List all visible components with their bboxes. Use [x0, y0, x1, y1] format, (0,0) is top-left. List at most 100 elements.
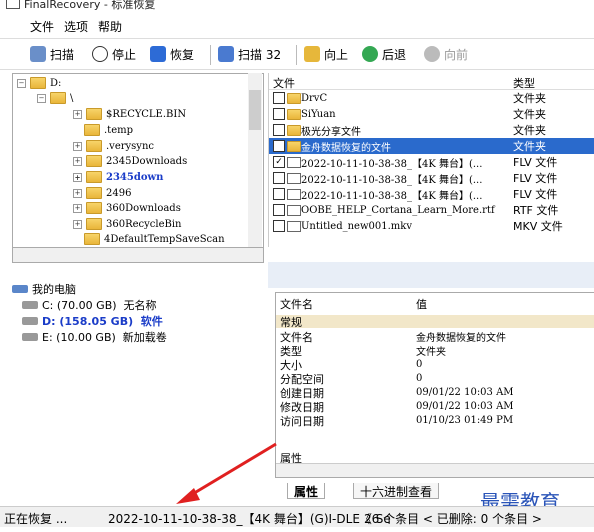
properties-horizontal-scrollbar[interactable] — [276, 463, 594, 477]
file-row[interactable]: 2022-10-11-10-38-38_【4K 舞台】(... FLV 文件 — [269, 186, 594, 202]
tree-node[interactable]: + $RECYCLE.BIN — [73, 107, 186, 121]
stop-button[interactable]: 停止 — [92, 45, 136, 63]
folder-icon — [287, 140, 301, 152]
back-label: 后退 — [382, 47, 407, 62]
file-row[interactable]: DrvC 文件夹 — [269, 90, 594, 106]
row-checkbox[interactable]: ✓ — [273, 140, 285, 152]
file-icon — [287, 156, 301, 168]
my-computer-node[interactable]: 我的电脑 — [12, 282, 76, 296]
file-icon — [287, 172, 301, 184]
toolbar-separator — [210, 45, 211, 65]
scan32-icon — [218, 46, 234, 62]
tab-attributes[interactable]: 属性 — [287, 483, 326, 499]
scan-label: 扫描 — [50, 47, 75, 62]
column-type[interactable]: 类型 — [513, 75, 535, 91]
file-icon — [287, 204, 301, 216]
file-row-selected[interactable]: ✓ 金舟数据恢复的文件 文件夹 — [269, 138, 594, 154]
tree-node[interactable]: 4DefaultTempSaveScan — [84, 232, 225, 246]
recover-button[interactable]: 恢复 — [150, 45, 194, 63]
forward-arrow-icon — [424, 46, 440, 62]
folder-icon — [287, 92, 301, 104]
up-button[interactable]: 向上 — [304, 45, 348, 63]
folder-tree[interactable]: − D: − \ + $RECYCLE.BIN .temp + .verysync +2… — [12, 73, 264, 249]
column-name[interactable]: 文件 — [273, 75, 295, 91]
folder-icon — [84, 233, 100, 245]
tree-node[interactable]: +360RecycleBin — [73, 217, 182, 231]
scan-icon — [30, 46, 46, 62]
tree-scroll-thumb[interactable] — [249, 90, 261, 130]
scan-button[interactable]: 扫描 — [30, 45, 74, 63]
property-row: 类型 文件夹 — [280, 344, 446, 359]
file-list-header: 文件 类型 — [269, 73, 594, 90]
drive-item[interactable]: C: (70.00 GB) 无名称 — [22, 298, 157, 312]
file-row[interactable]: 2022-10-11-10-38-38_【4K 舞台】(... FLV 文件 — [269, 170, 594, 186]
row-checkbox[interactable] — [273, 204, 285, 216]
forward-button[interactable]: 向前 — [424, 45, 468, 63]
row-checkbox[interactable] — [273, 172, 285, 184]
property-row: 大小 0 — [280, 358, 423, 372]
hard-disk-icon — [22, 317, 38, 325]
file-icon — [287, 188, 301, 200]
folder-icon — [86, 202, 102, 214]
toolbar: 扫描 停止 恢复 扫描 32 向上 后退 向前 — [0, 38, 594, 70]
pause-icon — [92, 46, 108, 62]
row-checkbox[interactable] — [273, 108, 285, 120]
properties-section: 常规 — [276, 315, 594, 329]
tree-node[interactable]: .temp — [84, 123, 133, 137]
scan32-label: 扫描 32 — [238, 47, 282, 62]
folder-icon — [86, 218, 102, 230]
tree-node[interactable]: +360Downloads — [73, 201, 181, 215]
toolbar-separator — [296, 45, 297, 65]
back-arrow-icon — [362, 46, 378, 62]
back-button[interactable]: 后退 — [362, 45, 406, 63]
properties-header: 文件名 值 — [280, 298, 427, 311]
file-icon — [287, 220, 301, 232]
tree-node[interactable]: − \ — [37, 91, 73, 105]
row-checkbox[interactable] — [273, 124, 285, 136]
file-row[interactable]: SiYuan 文件夹 — [269, 106, 594, 122]
file-list-scroll-area — [268, 262, 594, 288]
computer-icon — [12, 285, 28, 293]
stop-label: 停止 — [112, 47, 137, 62]
tab-hex-view[interactable]: 十六进制查看 — [353, 483, 440, 499]
property-row: 分配空间 0 — [280, 372, 423, 386]
row-checkbox[interactable] — [273, 220, 285, 232]
drive-item-selected[interactable]: D: (158.05 GB) 软件 — [22, 314, 163, 328]
row-checkbox[interactable] — [273, 92, 285, 104]
tree-node[interactable]: − D: — [17, 76, 61, 90]
tree-node[interactable]: +2345Downloads — [73, 154, 187, 168]
folder-icon — [86, 171, 102, 183]
file-row[interactable]: Untitled_new001.mkv MKV 文件 — [269, 218, 594, 234]
file-row[interactable]: 极光分享文件 文件夹 — [269, 122, 594, 138]
tree-node-selected[interactable]: +2345down — [73, 170, 163, 184]
status-recovering: 正在恢复 ... — [4, 512, 68, 526]
folder-icon — [287, 124, 301, 136]
file-row[interactable]: OOBE_HELP_Cortana_Learn_More.rtf RTF 文件 — [269, 202, 594, 218]
scan32-button[interactable]: 扫描 32 — [218, 45, 281, 63]
folder-up-icon — [304, 46, 320, 62]
status-current-file: 2022-10-11-10-38-38_【4K 舞台】(G)I-DLE《 Se — [108, 512, 391, 526]
folder-icon — [86, 155, 102, 167]
menu-options[interactable]: 选项 — [64, 18, 88, 35]
tree-horizontal-scrollbar[interactable] — [12, 247, 264, 263]
arrow-shaft — [185, 442, 277, 500]
up-label: 向上 — [324, 47, 349, 62]
drive-icon — [30, 77, 46, 89]
menu-file[interactable]: 文件 — [30, 18, 54, 35]
tree-node[interactable]: +2496 — [73, 186, 131, 200]
file-row[interactable]: ✓ 2022-10-11-10-38-38_【4K 舞台】(... FLV 文件 — [269, 154, 594, 170]
row-checkbox[interactable]: ✓ — [273, 156, 285, 168]
tree-node[interactable]: + .verysync — [73, 139, 154, 153]
property-row: 文件名 金舟数据恢复的文件 — [280, 330, 506, 345]
app-icon — [6, 0, 20, 9]
menu-help[interactable]: 帮助 — [98, 18, 122, 35]
hard-disk-icon — [22, 301, 38, 309]
property-row: 访问日期 01/10/23 01:49 PM — [280, 414, 514, 428]
menu-bar: 文件 选项 帮助 — [0, 14, 594, 36]
drive-item[interactable]: E: (10.00 GB) 新加载卷 — [22, 330, 167, 344]
forward-label: 向前 — [444, 47, 469, 62]
folder-icon — [84, 124, 100, 136]
status-bar: 正在恢复 ... 2022-10-11-10-38-38_【4K 舞台】(G)I… — [0, 506, 594, 527]
save-icon — [150, 46, 166, 62]
row-checkbox[interactable] — [273, 188, 285, 200]
